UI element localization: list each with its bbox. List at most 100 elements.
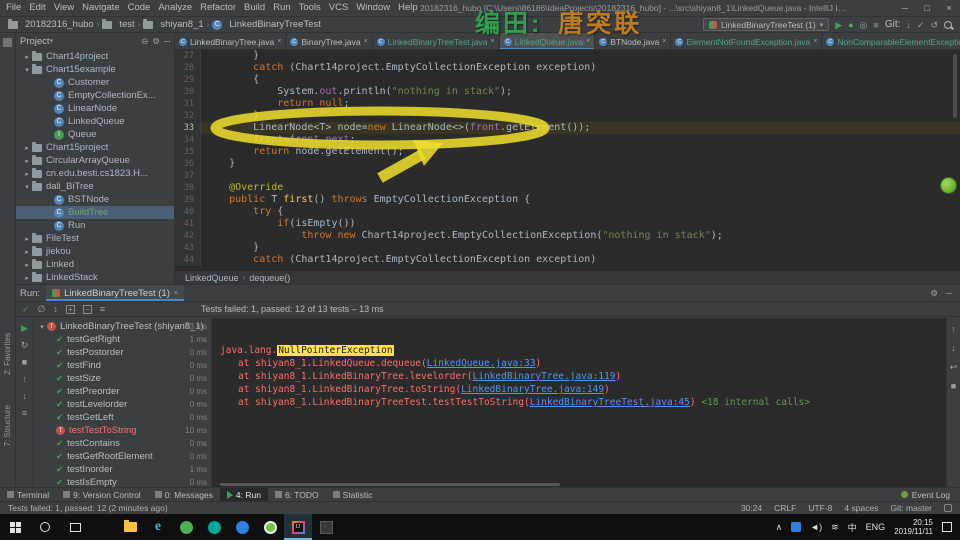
menu-item-help[interactable]: Help	[394, 0, 422, 16]
tray-app-icon[interactable]	[791, 522, 802, 532]
test-tree-item[interactable]: ✔ testGetLeft 0 ms	[34, 411, 211, 424]
test-history-icon[interactable]: ≡	[100, 304, 105, 314]
taskbar-app-edge[interactable]: e	[144, 514, 172, 540]
code-line[interactable]: 39 public T first() throws EmptyCollecti…	[175, 194, 960, 206]
project-stripe-icon[interactable]	[3, 38, 12, 47]
breadcrumb-item[interactable]: test	[102, 18, 135, 30]
breadcrumb-item[interactable]: C LinkedBinaryTreeTest	[212, 19, 321, 30]
pin-icon[interactable]: ≡	[22, 408, 27, 418]
test-root-row[interactable]: ▾! LinkedBinaryTreeTest (shiyan8_1) 13 ms	[34, 320, 211, 333]
menu-item-code[interactable]: Code	[124, 0, 155, 16]
menu-item-view[interactable]: View	[50, 0, 78, 16]
action-center-icon[interactable]	[942, 522, 952, 532]
task-view-button[interactable]	[60, 514, 90, 540]
volume-icon[interactable]: ◄)	[810, 522, 822, 532]
code-line[interactable]: 40 try {	[175, 206, 960, 218]
taskbar-app-explorer[interactable]	[116, 514, 144, 540]
code-line[interactable]: 42 throw new Chart14project.EmptyCollect…	[175, 230, 960, 242]
hide-panel-icon[interactable]: ─	[164, 36, 170, 47]
project-tree-item[interactable]: ▸ Chart14project	[16, 50, 174, 63]
console-horizontal-scrollbar[interactable]	[220, 483, 560, 486]
project-tree-item[interactable]: ▸ Linked	[16, 258, 174, 271]
test-tree-item[interactable]: ✔ testSize 0 ms	[34, 372, 211, 385]
event-log-button[interactable]: Event Log	[900, 490, 960, 500]
close-tab-icon[interactable]: ×	[586, 38, 590, 45]
tray-expand-icon[interactable]: ∧	[776, 522, 783, 533]
project-tree-item[interactable]: ▾ Chart15example	[16, 63, 174, 76]
git-update-icon[interactable]: ↓	[906, 18, 911, 32]
code-line[interactable]: 33 LinearNode<T> node=new LinearNode<>(f…	[175, 122, 960, 134]
tree-arrow-icon[interactable]: ▾	[22, 66, 32, 74]
test-tree-item[interactable]: ✔ testContains 0 ms	[34, 437, 211, 450]
editor-tab[interactable]: C LinkedQueue.java ×	[499, 33, 596, 49]
code-line[interactable]: 36 }	[175, 158, 960, 170]
menu-item-file[interactable]: File	[2, 0, 25, 16]
close-tab-icon[interactable]: ×	[491, 38, 495, 45]
taskbar-app-2[interactable]	[200, 514, 228, 540]
test-tree-item[interactable]: ✔ testInorder 1 ms	[34, 463, 211, 476]
test-tree-item[interactable]: ✔ testGetRootElement 0 ms	[34, 450, 211, 463]
settings-gear-icon[interactable]: ⚙	[930, 288, 938, 299]
tree-arrow-icon[interactable]: ▸	[22, 157, 32, 165]
tree-arrow-icon[interactable]: ▾	[37, 323, 47, 331]
code-line[interactable]: 27 }	[175, 50, 960, 62]
menu-item-edit[interactable]: Edit	[25, 0, 49, 16]
project-tree-item[interactable]: ▸ CircularArrayQueue	[16, 154, 174, 167]
project-tree-item[interactable]: C Customer	[16, 76, 174, 89]
code-line[interactable]: 31 return null;	[175, 98, 960, 110]
collapse-all-icon[interactable]: ⊖	[141, 36, 148, 47]
project-tree-item[interactable]: ▸ Chart15project	[16, 141, 174, 154]
tree-arrow-icon[interactable]: ▾	[22, 183, 32, 191]
stop-button[interactable]: ■	[873, 18, 878, 32]
expand-all-icon[interactable]: +	[65, 304, 75, 314]
editor-tab[interactable]: C BinaryTree.java ×	[286, 33, 373, 49]
tree-arrow-icon[interactable]: ▸	[22, 274, 32, 282]
menu-item-vcs[interactable]: VCS	[325, 0, 353, 16]
rerun-failed-button[interactable]: ↻	[21, 340, 29, 350]
hide-panel-icon[interactable]: ─	[946, 288, 952, 299]
breadcrumb-item[interactable]: 20182316_hubo	[8, 18, 94, 30]
menu-item-window[interactable]: Window	[352, 0, 394, 16]
ime-indicator[interactable]: 中	[848, 521, 857, 534]
code-line[interactable]: 43 }	[175, 242, 960, 254]
test-tree-item[interactable]: ✔ testGetRight 1 ms	[34, 333, 211, 346]
stack-frame-link[interactable]: LinkedBinaryTree.java:149	[461, 384, 604, 395]
close-button[interactable]: ×	[938, 0, 960, 16]
editor-breadcrumb-item[interactable]: LinkedQueue	[185, 273, 239, 283]
taskbar-app-5[interactable]	[312, 514, 340, 540]
menu-item-run[interactable]: Run	[269, 0, 294, 16]
notification-badge[interactable]	[940, 177, 957, 194]
project-panel-title[interactable]: Project	[20, 36, 50, 47]
run-config-select[interactable]: LinkedBinaryTreeTest (1) ▾	[703, 18, 830, 31]
tool-window-button[interactable]: 4: Run	[219, 487, 268, 502]
code-line[interactable]: 37	[175, 170, 960, 182]
file-encoding[interactable]: UTF-8	[808, 503, 832, 513]
taskbar-app-idea[interactable]	[284, 514, 312, 540]
menu-item-analyze[interactable]: Analyze	[154, 0, 196, 16]
tree-arrow-icon[interactable]: ▸	[22, 170, 32, 178]
code-line[interactable]: 34 front=front.next;	[175, 134, 960, 146]
chevron-down-icon[interactable]: ▾	[50, 37, 54, 45]
code-line[interactable]: 32 }	[175, 110, 960, 122]
tree-arrow-icon[interactable]: ▸	[22, 144, 32, 152]
code-line[interactable]: 35 return node.getElement();	[175, 146, 960, 158]
editor-tab[interactable]: C LinkedBinaryTreeTest.java ×	[373, 33, 500, 49]
project-tree-item[interactable]: ▸ jiekou	[16, 245, 174, 258]
tree-arrow-icon[interactable]: ▸	[22, 235, 32, 243]
collapse-all-icon[interactable]: −	[82, 304, 92, 314]
editor-tab[interactable]: C LinkedBinaryTree.java ×	[175, 33, 287, 49]
project-tree-item[interactable]: C EmptyCollectionEx...	[16, 89, 174, 102]
debug-button[interactable]: ●	[848, 18, 853, 32]
git-branch[interactable]: Git: master	[890, 503, 932, 513]
previous-failed-icon[interactable]: ↑	[22, 374, 27, 384]
minimize-button[interactable]: ─	[894, 0, 916, 16]
breadcrumb-item[interactable]: shiyan8_1	[143, 18, 204, 30]
editor-scrollbar[interactable]	[953, 54, 957, 118]
start-button[interactable]	[0, 514, 30, 540]
close-icon[interactable]: ×	[174, 290, 178, 297]
tree-arrow-icon[interactable]: ▸	[22, 248, 32, 256]
maximize-button[interactable]: □	[916, 0, 938, 16]
close-tab-icon[interactable]: ×	[277, 38, 281, 45]
editor-tab[interactable]: C BTNode.java ×	[595, 33, 672, 49]
scroll-up-icon[interactable]: ↑	[951, 324, 956, 334]
